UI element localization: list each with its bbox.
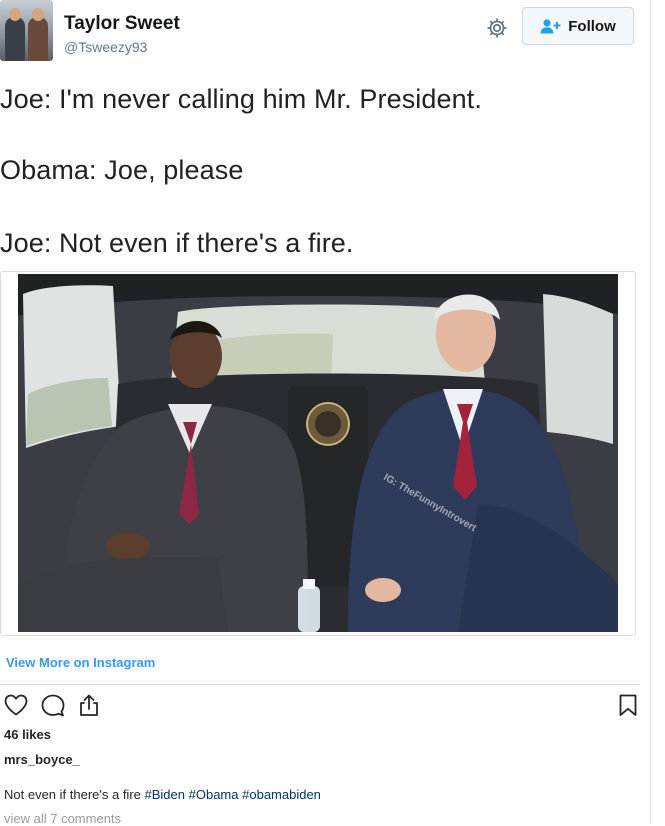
embed-right-border xyxy=(650,0,651,824)
view-more-on-instagram-link[interactable]: View More on Instagram xyxy=(6,655,155,670)
likes-count[interactable]: 46 likes xyxy=(4,727,51,742)
hashtag-link[interactable]: #obamabiden xyxy=(242,787,321,802)
post-caption: Not even if there's a fire #Biden #Obama… xyxy=(4,787,321,802)
hashtag-link[interactable]: #Obama xyxy=(189,787,239,802)
avatar[interactable] xyxy=(0,0,53,61)
author-handle[interactable]: @Tsweezy93 xyxy=(64,39,147,55)
hashtag-link[interactable]: #Biden xyxy=(145,787,185,802)
caption-text: Not even if there's a fire xyxy=(4,787,141,802)
author-name[interactable]: Taylor Sweet xyxy=(64,13,180,35)
follow-button[interactable]: Follow xyxy=(522,7,634,45)
tweet-line-2: Obama: Joe, please xyxy=(0,155,244,185)
bookmark-icon[interactable] xyxy=(615,692,641,718)
gear-icon[interactable] xyxy=(485,16,509,40)
follow-label: Follow xyxy=(568,17,616,35)
post-username[interactable]: mrs_boyce_ xyxy=(4,752,80,767)
heart-icon[interactable] xyxy=(3,692,29,718)
post-photo[interactable]: IG: TheFunnyIntrovert xyxy=(18,274,618,632)
add-user-icon xyxy=(540,19,561,34)
tweet-line-1: Joe: I'm never calling him Mr. President… xyxy=(0,84,482,114)
embed-divider xyxy=(0,684,640,685)
tweet-line-3: Joe: Not even if there's a fire. xyxy=(0,228,354,258)
comment-icon[interactable] xyxy=(40,692,66,718)
share-icon[interactable] xyxy=(76,692,102,718)
